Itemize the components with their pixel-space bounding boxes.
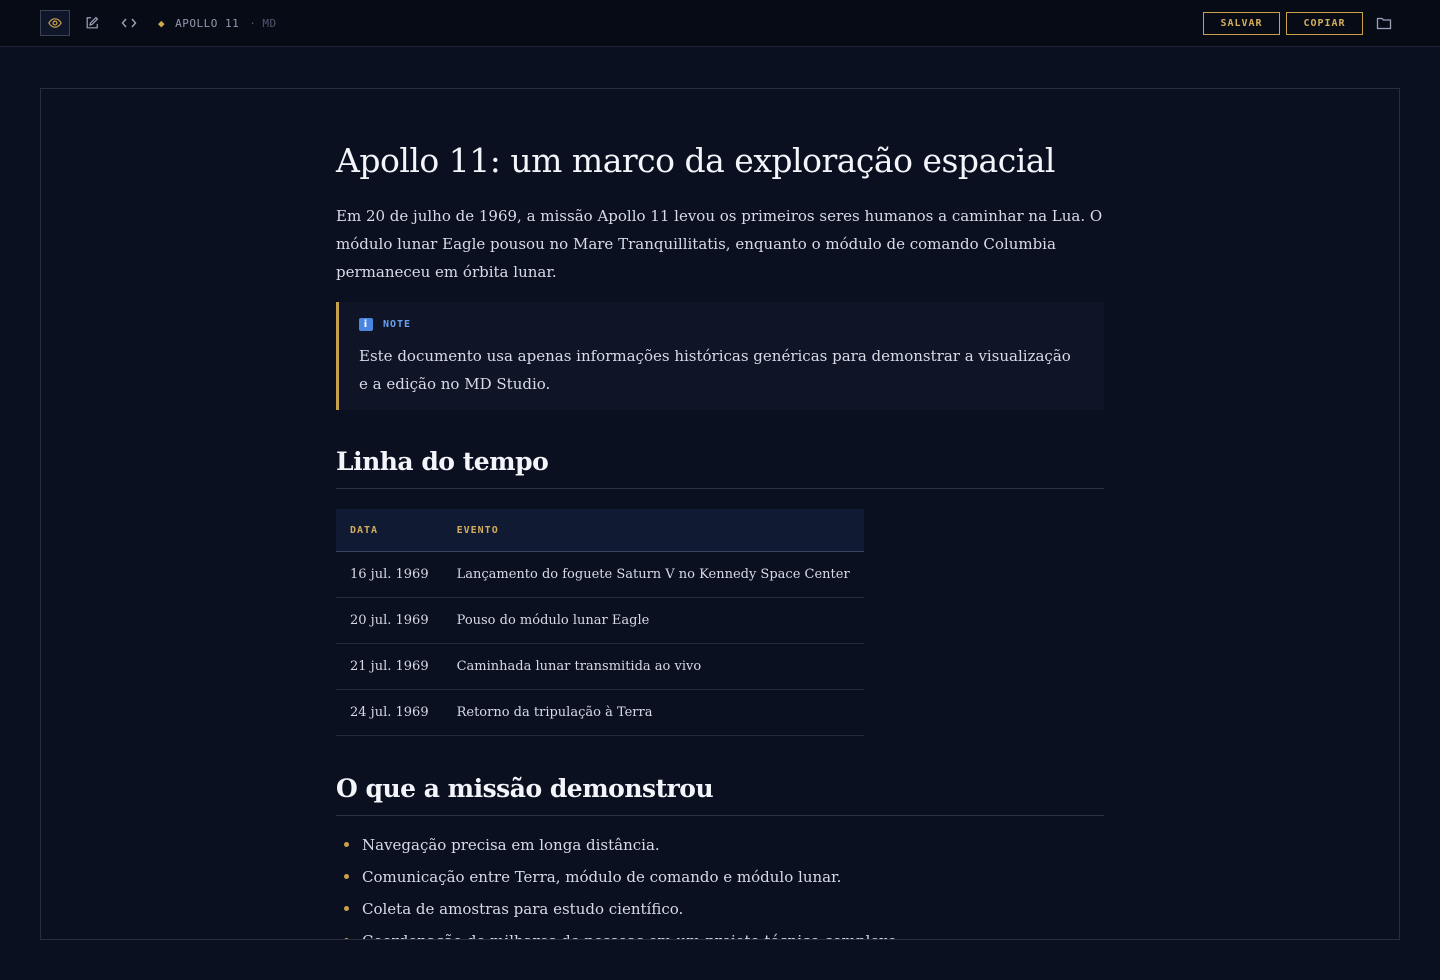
bullet-icon xyxy=(344,906,349,911)
list-item-text: Coordenação de milhares de pessoas em um… xyxy=(362,932,901,939)
info-icon: i xyxy=(359,317,373,331)
folder-icon xyxy=(1376,17,1392,30)
top-toolbar: ◆ APOLLO 11 · MD SALVAR COPIAR xyxy=(0,0,1440,47)
open-folder-button[interactable] xyxy=(1376,15,1392,31)
eye-icon xyxy=(48,18,62,28)
list-item-text: Navegação precisa em longa distância. xyxy=(362,836,660,854)
table-cell-date: 24 jul. 1969 xyxy=(336,689,443,736)
preview-pane[interactable]: Apollo 11: um marco da exploração espaci… xyxy=(40,88,1400,940)
code-mode-button[interactable] xyxy=(114,10,144,36)
list-item-text: Comunicação entre Terra, módulo de coman… xyxy=(362,868,842,886)
list-item: Navegação precisa em longa distância. xyxy=(336,831,1104,863)
table-row: 21 jul. 1969 Caminhada lunar transmitida… xyxy=(336,643,864,690)
bullet-icon xyxy=(344,842,349,847)
table-row: 16 jul. 1969 Lançamento do foguete Satur… xyxy=(336,551,864,598)
table-cell-event: Caminhada lunar transmitida ao vivo xyxy=(442,643,864,690)
preview-mode-button[interactable] xyxy=(40,10,70,36)
table-cell-event: Lançamento do foguete Saturn V no Kenned… xyxy=(442,551,864,598)
bullet-icon xyxy=(344,938,349,939)
edit-icon xyxy=(86,16,99,29)
list-item: Comunicação entre Terra, módulo de coman… xyxy=(336,863,1104,895)
column-header-event: EVENTO xyxy=(442,509,864,552)
code-icon xyxy=(121,18,137,28)
document-title: Apollo 11: um marco da exploração espaci… xyxy=(336,141,1055,180)
timeline-heading: Linha do tempo xyxy=(336,446,1104,489)
note-callout: i NOTE Este documento usa apenas informa… xyxy=(336,302,1104,410)
list-item: Coordenação de milhares de pessoas em um… xyxy=(336,927,1104,939)
note-text: Este documento usa apenas informações hi… xyxy=(359,347,1071,393)
mission-heading: O que a missão demonstrou xyxy=(336,773,1104,816)
table-cell-event: Pouso do módulo lunar Eagle xyxy=(442,597,864,644)
edit-mode-button[interactable] xyxy=(77,10,107,36)
list-item-text: Coleta de amostras para estudo científic… xyxy=(362,900,684,918)
document-name: APOLLO 11 xyxy=(175,16,240,30)
note-label: NOTE xyxy=(383,318,412,330)
table-cell-event: Retorno da tripulação à Terra xyxy=(442,689,864,736)
table-row: 20 jul. 1969 Pouso do módulo lunar Eagle xyxy=(336,597,864,644)
note-header: i NOTE xyxy=(359,314,1084,334)
copy-button[interactable]: COPIAR xyxy=(1286,12,1363,35)
intro-paragraph: Em 20 de julho de 1969, a missão Apollo … xyxy=(336,207,1103,281)
breadcrumb-separator: · xyxy=(249,16,257,30)
column-header-date: DATA xyxy=(336,509,443,552)
table-header-row: DATA EVENTO xyxy=(336,509,864,552)
save-button[interactable]: SALVAR xyxy=(1203,12,1280,35)
table-cell-date: 16 jul. 1969 xyxy=(336,551,443,598)
document-extension: MD xyxy=(262,16,277,30)
list-item: Coleta de amostras para estudo científic… xyxy=(336,895,1104,927)
diamond-icon: ◆ xyxy=(158,16,166,30)
mission-points-list: Navegação precisa em longa distância. Co… xyxy=(336,831,1104,939)
table-row: 24 jul. 1969 Retorno da tripulação à Ter… xyxy=(336,689,864,736)
bullet-icon xyxy=(344,874,349,879)
timeline-table: DATA EVENTO 16 jul. 1969 Lançamento do f… xyxy=(336,509,864,736)
table-cell-date: 20 jul. 1969 xyxy=(336,597,443,644)
document-breadcrumb: ◆ APOLLO 11 · MD xyxy=(158,15,277,31)
table-cell-date: 21 jul. 1969 xyxy=(336,643,443,690)
